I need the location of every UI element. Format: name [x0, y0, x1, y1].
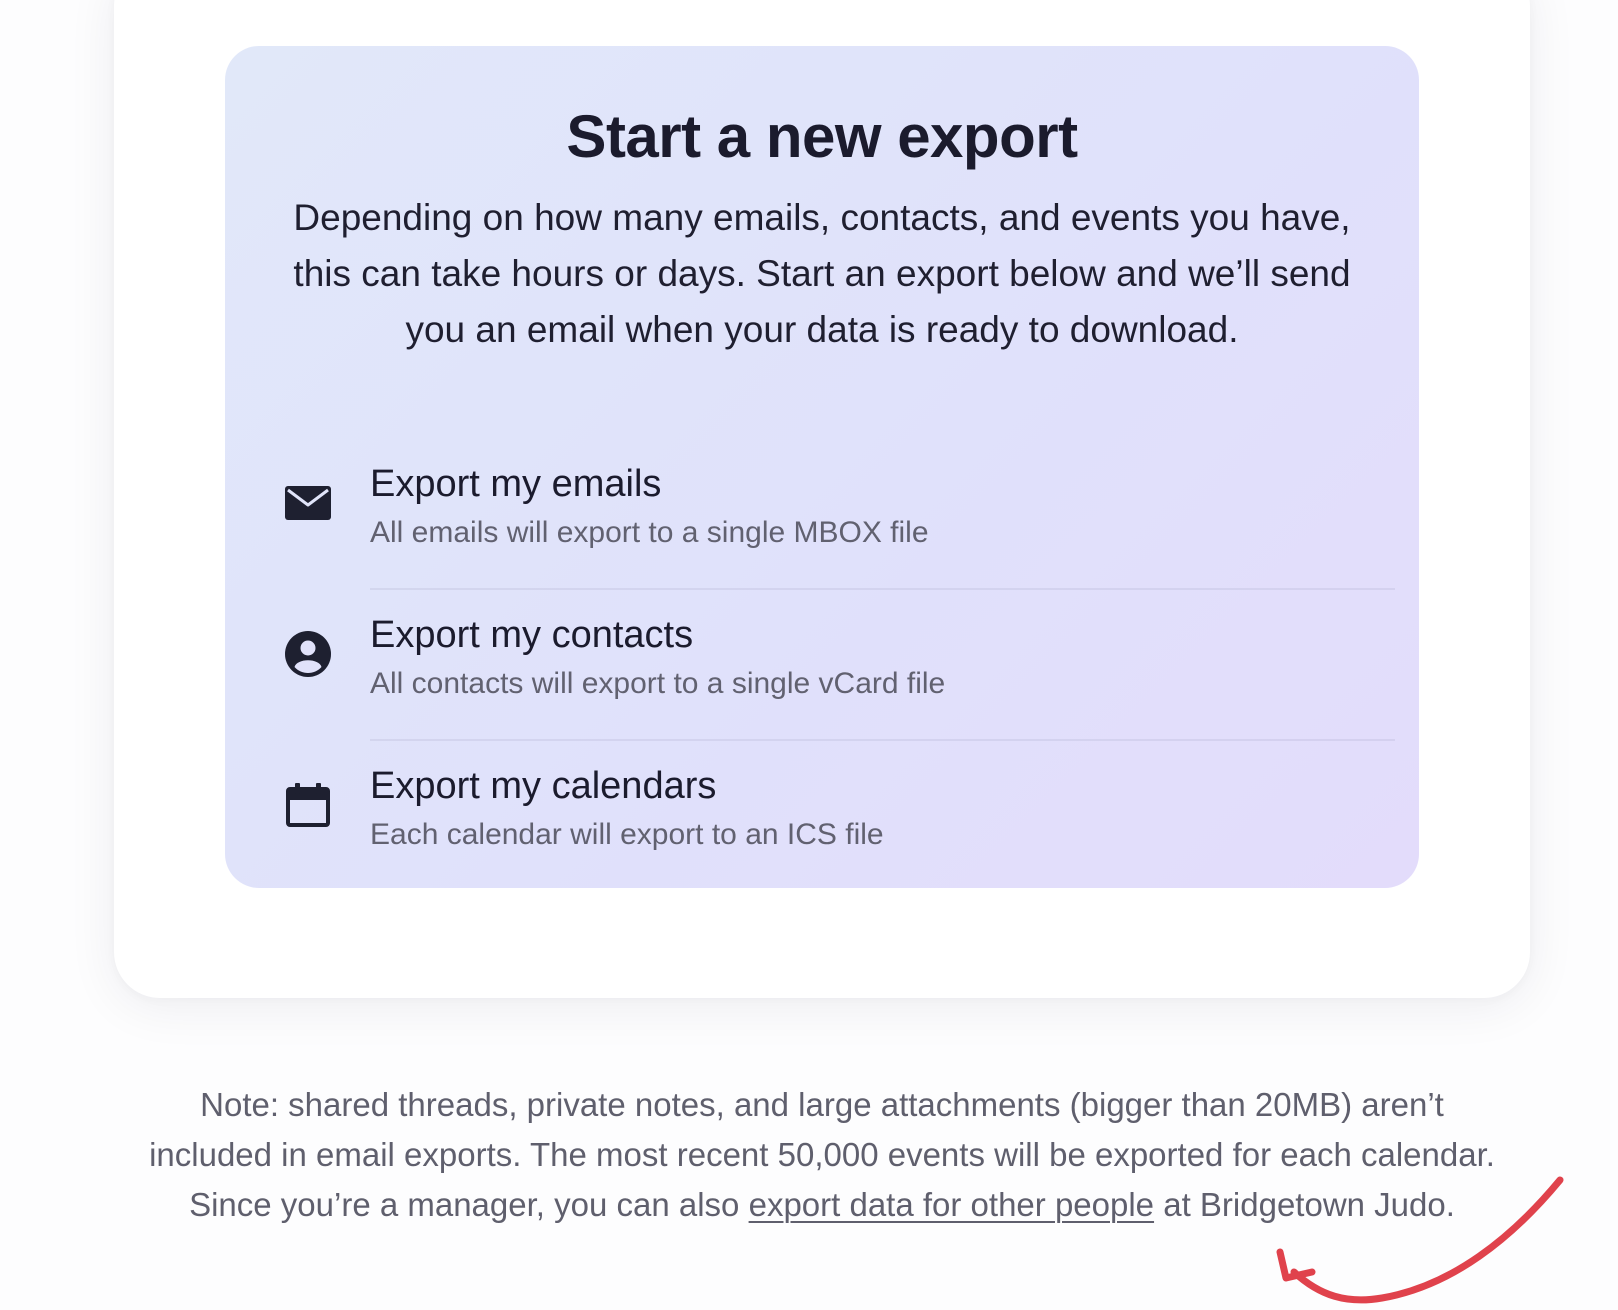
export-calendars-option[interactable]: Export my calendars Each calendar will e…: [225, 738, 1419, 890]
panel-description: Depending on how many emails, contacts, …: [293, 197, 1351, 350]
export-emails-title: Export my emails: [370, 463, 662, 505]
export-calendars-title: Export my calendars: [370, 765, 717, 807]
annotation-arrow-icon: [1276, 1176, 1564, 1304]
export-contacts-subtitle: All contacts will export to a single vCa…: [370, 667, 946, 700]
export-calendars-subtitle: Each calendar will export to an ICS file: [370, 818, 884, 851]
calendar-icon: [285, 782, 331, 828]
user-circle-icon: [285, 631, 331, 677]
panel-title: Start a new export: [566, 103, 1078, 170]
export-contacts-title: Export my contacts: [370, 614, 694, 656]
export-contacts-option[interactable]: Export my contacts All contacts will exp…: [225, 587, 1419, 739]
envelope-icon: [285, 480, 331, 526]
export-emails-option[interactable]: Export my emails All emails will export …: [225, 436, 1419, 588]
export-panel: Start a new export Depending on how many…: [225, 46, 1419, 888]
export-other-people-link[interactable]: export data for other people: [749, 1186, 1154, 1223]
export-emails-subtitle: All emails will export to a single MBOX …: [370, 516, 929, 549]
